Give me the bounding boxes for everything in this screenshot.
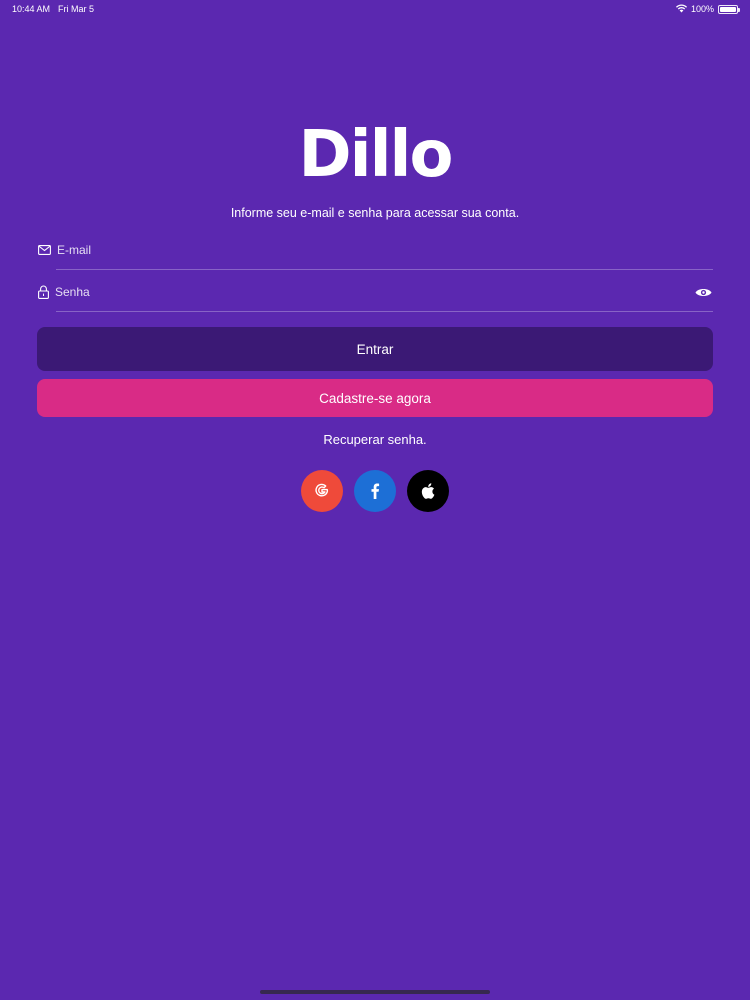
battery-icon <box>718 4 740 14</box>
status-indicators: 100% <box>675 4 740 15</box>
social-login-group <box>0 470 750 512</box>
show-password-toggle[interactable] <box>693 282 713 302</box>
email-underline <box>56 269 713 270</box>
password-input[interactable] <box>55 285 693 299</box>
eye-icon <box>695 288 711 296</box>
login-button[interactable]: Entrar <box>37 327 713 371</box>
signup-button[interactable]: Cadastre-se agora <box>37 379 713 417</box>
battery-fill <box>720 6 736 12</box>
app-logo: Dillo <box>298 118 454 192</box>
recover-password-link[interactable]: Recuperar senha. <box>0 432 750 447</box>
status-bar: 10:44 AM Fri Mar 5 100% <box>0 0 750 18</box>
facebook-login-button[interactable] <box>354 470 396 512</box>
envelope-icon <box>37 243 51 257</box>
login-instructions: Informe seu e-mail e senha para acessar … <box>230 206 520 220</box>
home-indicator <box>260 990 490 994</box>
email-field-row <box>37 230 713 270</box>
password-field-row <box>37 272 713 312</box>
email-input[interactable] <box>57 243 713 257</box>
facebook-icon <box>371 483 380 499</box>
battery-percent: 100% <box>690 4 714 14</box>
status-date: Fri Mar 5 <box>58 4 95 14</box>
status-time: 10:44 AM <box>12 4 51 14</box>
password-underline <box>56 311 713 312</box>
wifi-icon <box>675 4 687 15</box>
lock-icon <box>37 285 49 299</box>
apple-icon <box>421 483 435 499</box>
google-login-button[interactable] <box>301 470 343 512</box>
google-icon <box>315 483 329 497</box>
apple-login-button[interactable] <box>407 470 449 512</box>
